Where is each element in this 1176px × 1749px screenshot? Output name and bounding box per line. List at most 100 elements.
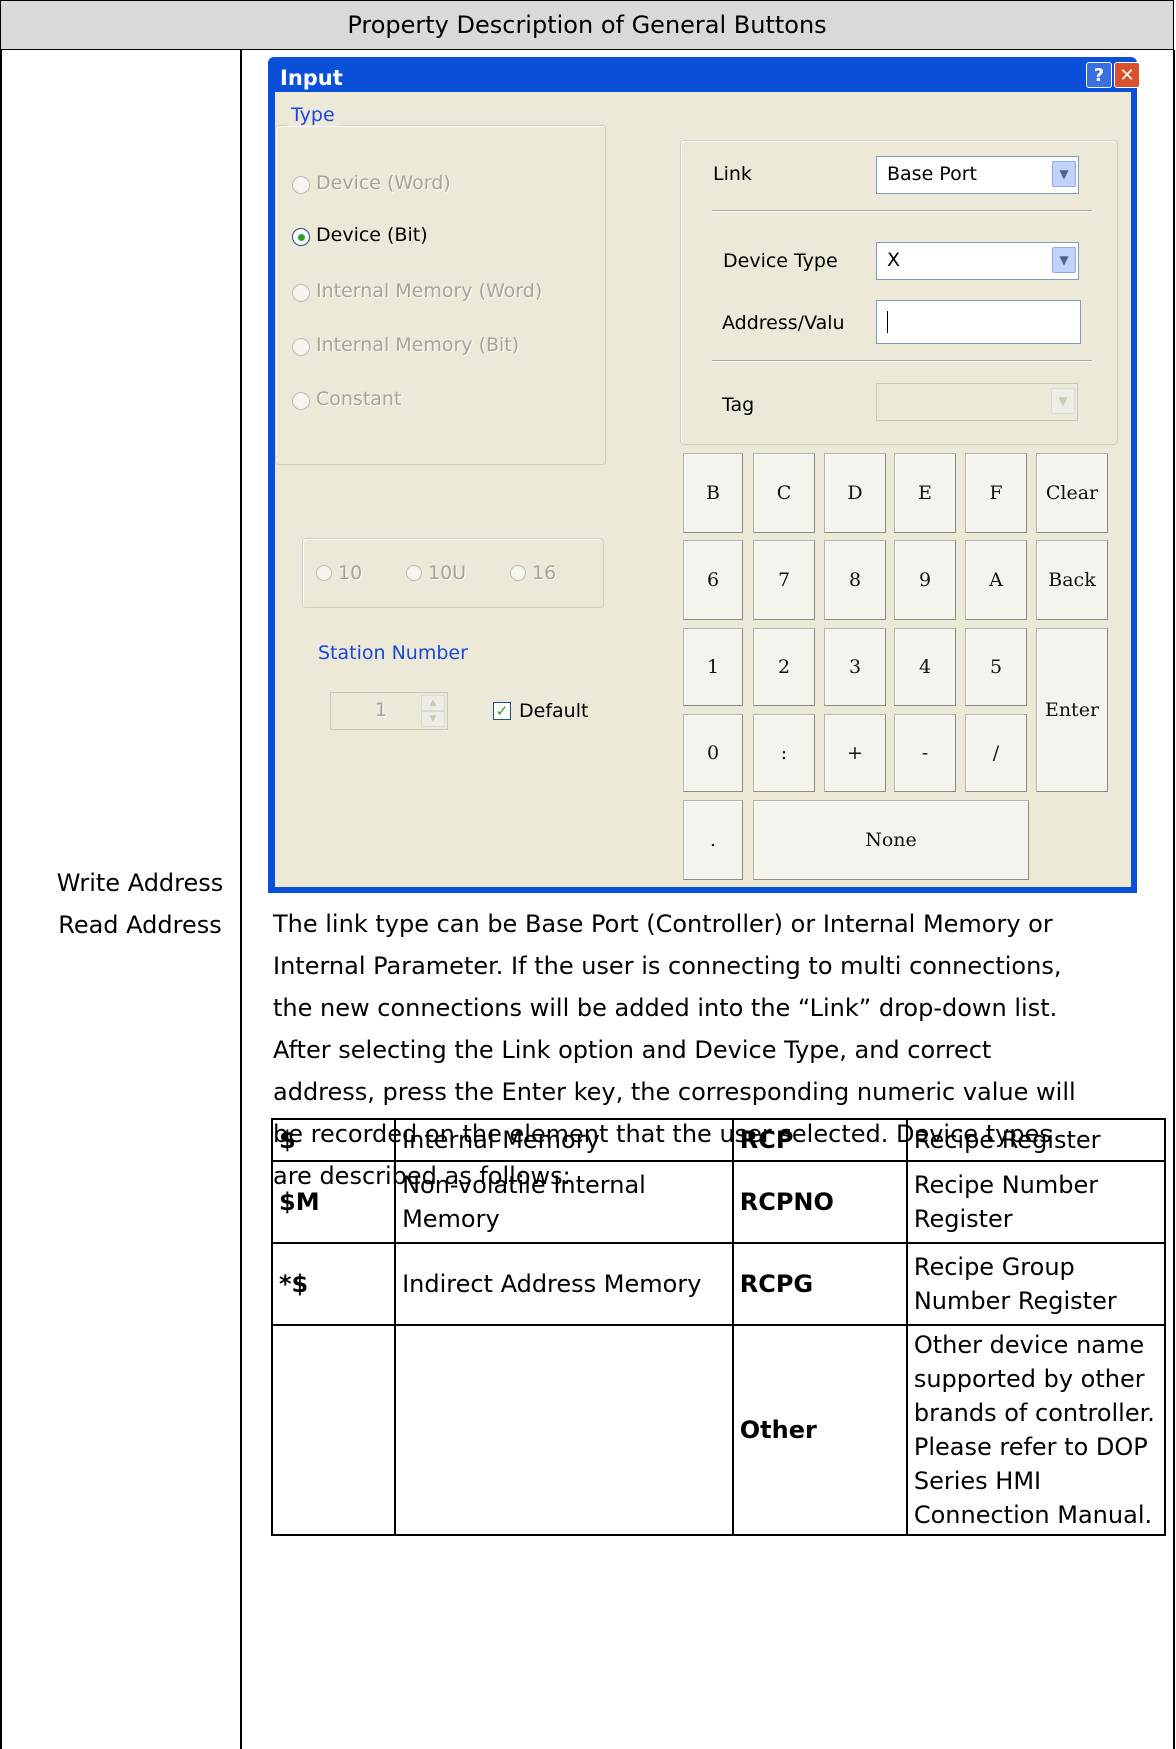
key-label: 9 [918, 569, 932, 591]
chevron-down-icon: ▼ [1052, 161, 1076, 187]
table-row: $ Internal Memory RCP Recipe Register [270, 1118, 1167, 1162]
help-button[interactable]: ? [1086, 62, 1112, 88]
key-3[interactable]: 3 [824, 628, 886, 706]
table-border-left [0, 50, 2, 1749]
key-label: A [989, 569, 1003, 591]
key-label: D [847, 482, 863, 504]
table-row: Other Other device name supported by oth… [270, 1324, 1167, 1536]
description-line: Internal Parameter. If the user is conne… [273, 952, 1062, 980]
key-1[interactable]: 1 [683, 628, 743, 706]
radio-label: Device (Bit) [316, 224, 428, 246]
key-label: 7 [777, 569, 791, 591]
key-d[interactable]: D [824, 453, 886, 533]
key-0[interactable]: 0 [683, 714, 743, 792]
table-row: $M Non-volatile Internal Memory RCPNO Re… [270, 1160, 1167, 1244]
description-line: The link type can be Base Port (Controll… [273, 910, 1053, 938]
key-2[interactable]: 2 [753, 628, 815, 706]
station-number-stepper[interactable]: 1 ▲ ▼ [330, 692, 448, 730]
stepper-down-icon: ▼ [421, 711, 445, 727]
property-name: Write Address Read Address [20, 862, 260, 946]
radio-icon [292, 392, 310, 410]
tag-label: Tag [722, 394, 755, 416]
radio-icon [292, 284, 310, 302]
text-cursor [887, 311, 888, 333]
chevron-down-icon: ▼ [1051, 388, 1075, 414]
radio-icon [316, 565, 332, 581]
table-row: *$ Indirect Address Memory RCPG Recipe G… [270, 1242, 1167, 1326]
close-icon: ✕ [1119, 64, 1135, 86]
key-label: None [865, 829, 917, 851]
key-f[interactable]: F [965, 453, 1027, 533]
key-minus[interactable]: - [894, 714, 956, 792]
key-label: / [992, 742, 1000, 764]
key-label: 5 [989, 656, 1003, 678]
enter-button[interactable]: Enter [1036, 628, 1108, 792]
key-label: 8 [848, 569, 862, 591]
station-number-value: 1 [375, 699, 388, 721]
key-e[interactable]: E [894, 453, 956, 533]
key-8[interactable]: 8 [824, 540, 886, 620]
table-cell: RCPG [731, 1242, 908, 1326]
table-cell: Internal Memory [394, 1118, 734, 1162]
section-title: Property Description of General Buttons [347, 11, 827, 39]
close-button[interactable]: ✕ [1114, 62, 1140, 88]
divider [712, 360, 1092, 362]
radio-label: 16 [532, 562, 557, 584]
key-plus[interactable]: + [824, 714, 886, 792]
key-dot[interactable]: . [683, 800, 743, 880]
description-line: the new connections will be added into t… [273, 994, 1058, 1022]
key-label: Enter [1044, 699, 1100, 721]
description-line: After selecting the Link option and Devi… [273, 1036, 992, 1064]
stepper-up-icon: ▲ [421, 695, 445, 711]
key-label: F [989, 482, 1003, 504]
device-type-dropdown[interactable]: X ▼ [876, 242, 1079, 280]
key-b[interactable]: B [683, 453, 743, 533]
key-4[interactable]: 4 [894, 628, 956, 706]
address-label: Address/Valu [722, 312, 845, 334]
checkbox-label: Default [519, 700, 589, 722]
dialog-title: Input [280, 66, 343, 90]
chevron-down-icon: ▼ [1052, 247, 1076, 273]
key-label: Clear [1045, 482, 1099, 504]
key-c[interactable]: C [753, 453, 815, 533]
table-cell [270, 1324, 397, 1536]
address-input[interactable] [876, 300, 1081, 344]
radio-selected-icon [292, 228, 310, 246]
radio-label: 10 [338, 562, 363, 584]
divider [712, 210, 1092, 212]
table-cell: Other [731, 1324, 908, 1536]
key-label: B [706, 482, 720, 504]
clear-button[interactable]: Clear [1036, 453, 1108, 533]
radio-icon [406, 565, 422, 581]
key-a[interactable]: A [965, 540, 1027, 620]
key-7[interactable]: 7 [753, 540, 815, 620]
radio-icon [292, 338, 310, 356]
key-label: : [780, 742, 788, 764]
key-label: Back [1048, 569, 1096, 591]
table-cell: Other device name supported by other bra… [905, 1324, 1167, 1536]
link-dropdown[interactable]: Base Port ▼ [876, 156, 1079, 194]
key-label: 1 [706, 656, 720, 678]
link-label: Link [713, 163, 752, 185]
radio-label: Constant [316, 388, 402, 410]
radio-label: Internal Memory (Word) [316, 280, 543, 302]
key-slash[interactable]: / [965, 714, 1027, 792]
radio-label: 10U [428, 562, 467, 584]
tag-dropdown[interactable]: ▼ [876, 383, 1078, 421]
table-border-right [1173, 50, 1175, 1749]
key-label: 2 [777, 656, 791, 678]
back-button[interactable]: Back [1036, 540, 1108, 620]
section-header: Property Description of General Buttons [0, 0, 1174, 50]
key-label: + [847, 742, 863, 764]
table-cell: Recipe Register [905, 1118, 1167, 1162]
key-6[interactable]: 6 [683, 540, 743, 620]
key-colon[interactable]: : [753, 714, 815, 792]
key-5[interactable]: 5 [965, 628, 1027, 706]
station-number-label: Station Number [318, 642, 468, 664]
link-value: Base Port [887, 163, 977, 185]
radio-icon [510, 565, 526, 581]
none-button[interactable]: None [753, 800, 1029, 880]
table-cell: Recipe Group Number Register [905, 1242, 1167, 1326]
key-9[interactable]: 9 [894, 540, 956, 620]
key-label: - [921, 742, 929, 764]
